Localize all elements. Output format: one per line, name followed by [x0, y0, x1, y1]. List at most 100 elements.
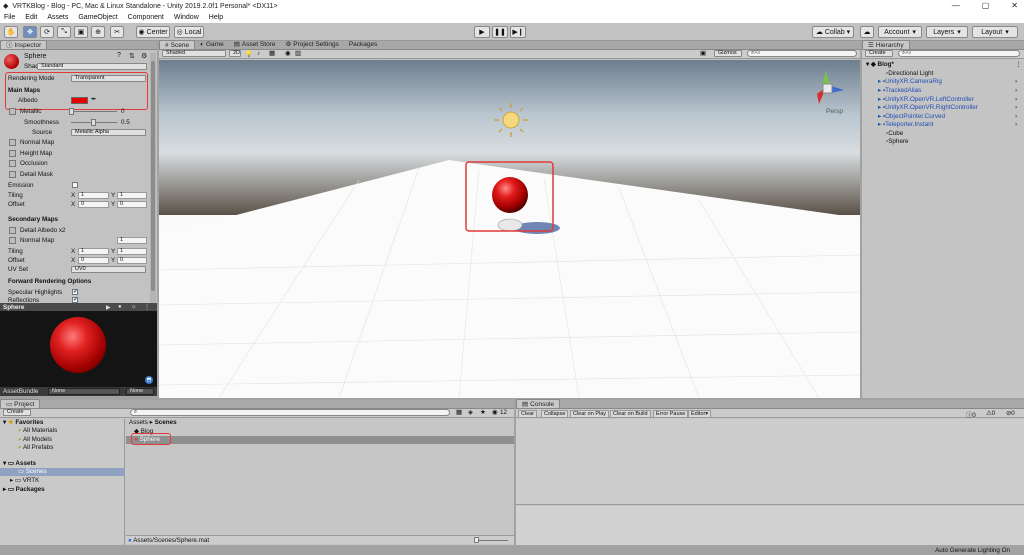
metallic-slider-track[interactable]	[71, 111, 117, 112]
hierarchy-create-dropdown[interactable]: Create	[865, 50, 893, 57]
offset2-x-field[interactable]: 0	[78, 257, 109, 264]
tiling2-y-field[interactable]: 1	[117, 248, 147, 255]
toggle-2d-button[interactable]: 2D	[229, 50, 241, 57]
assetbundle-variant-dropdown[interactable]: None	[126, 388, 154, 395]
vrtk-folder[interactable]: ▸ ▭ VRTK	[10, 477, 39, 484]
visibility-icon[interactable]: ◉	[492, 409, 498, 416]
tab-inspector[interactable]: ⓘ Inspector	[0, 40, 48, 49]
tab-console[interactable]: ▤ Console	[516, 399, 561, 408]
play-preview-icon[interactable]: ▶	[106, 304, 111, 311]
shader-dropdown[interactable]: Standard	[37, 63, 147, 70]
hand-tool-icon[interactable]: ✋	[4, 26, 18, 38]
detail-albedo-slot[interactable]	[9, 227, 16, 234]
specular-highlights-checkbox[interactable]: ✔	[72, 289, 78, 295]
hierarchy-item-sphere[interactable]: ▫Sphere	[886, 138, 909, 145]
account-button[interactable]: Account ▾	[878, 26, 922, 38]
more-icon[interactable]: ⋮	[144, 304, 150, 311]
console-log-area[interactable]	[516, 419, 1024, 505]
error-count[interactable]: ⊘0	[1006, 410, 1015, 417]
hierarchy-item-object-pointer[interactable]: ▸ ▪ObjectPointer.Curved	[878, 113, 945, 120]
height-map-slot[interactable]	[9, 150, 16, 157]
tiling-x-field[interactable]: 1	[78, 192, 109, 199]
prefab-arrow-icon[interactable]: ›	[1015, 87, 1017, 94]
prefab-arrow-icon[interactable]: ›	[1015, 113, 1017, 120]
menu-assets[interactable]: Assets	[47, 14, 68, 21]
help-icon[interactable]: ?	[117, 52, 121, 59]
layout-dropdown[interactable]: Layout ▾	[972, 26, 1018, 38]
tab-asset-store[interactable]: ▤ Asset Store	[229, 40, 281, 49]
rotate-tool-icon[interactable]: ⟳	[40, 26, 54, 38]
normal-map2-field[interactable]: 1	[117, 237, 147, 244]
breadcrumb-assets[interactable]: Assets	[129, 419, 148, 426]
tab-game[interactable]: ◐ Game	[195, 40, 229, 49]
hierarchy-item-directional-light[interactable]: ▫Directional Light	[886, 70, 933, 77]
project-create-dropdown[interactable]: Create	[3, 409, 31, 416]
menu-gameobject[interactable]: GameObject	[78, 14, 117, 21]
filter-type-icon[interactable]: ▦	[456, 409, 462, 416]
hierarchy-item-cube[interactable]: ▫Cube	[886, 130, 903, 137]
favorite-all-materials[interactable]: ⌕ All Materials	[18, 427, 57, 435]
hierarchy-item-tracked-alias[interactable]: ▸ ▪TrackedAlias	[878, 87, 921, 94]
inspector-scrollbar-thumb[interactable]	[151, 61, 155, 291]
menu-window[interactable]: Window	[174, 14, 199, 21]
smoothness-slider-handle[interactable]	[91, 119, 96, 126]
hidden-objects-icon[interactable]: ◉	[285, 50, 291, 57]
metallic-texture-slot[interactable]	[9, 108, 16, 115]
normal-map2-slot[interactable]	[9, 237, 16, 244]
prefab-arrow-icon[interactable]: ›	[1015, 78, 1017, 85]
scene-viewport[interactable]: Persp	[159, 60, 860, 398]
file-sphere-row[interactable]: ● Sphere	[126, 436, 514, 444]
audio-toggle-icon[interactable]: ♪	[257, 50, 260, 57]
sphere-preview-icon[interactable]: ●	[118, 304, 122, 310]
console-collapse-button[interactable]: Collapse	[541, 410, 569, 418]
favorite-all-models[interactable]: ⌕ All Models	[18, 436, 52, 444]
packages-node[interactable]: ▸ ▭ Packages	[3, 486, 45, 493]
preset-icon[interactable]: ⇅	[129, 52, 135, 60]
favorite-all-prefabs[interactable]: ⌕ All Prefabs	[18, 444, 53, 452]
assets-node[interactable]: ▾ ▭ Assets	[3, 460, 36, 467]
transform-tool-icon[interactable]: ⊕	[91, 26, 105, 38]
warning-count[interactable]: ⚠0	[986, 410, 995, 417]
hierarchy-item-right-controller[interactable]: ▸ ▪UnityXR.OpenVR.RightController	[878, 104, 978, 111]
grid-toggle-icon[interactable]: ▥	[295, 50, 301, 57]
tiling2-x-field[interactable]: 1	[78, 248, 109, 255]
gizmos-dropdown[interactable]: Gizmos	[714, 50, 742, 57]
console-clear-on-play-button[interactable]: Clear on Play	[570, 410, 610, 418]
maximize-icon[interactable]: ▢	[982, 0, 990, 12]
favorites-node[interactable]: ▾ ★ Favorites	[3, 419, 43, 426]
console-clear-on-build-button[interactable]: Clear on Build	[610, 410, 651, 418]
console-detail-area[interactable]	[516, 506, 1024, 545]
prefab-arrow-icon[interactable]: ›	[1015, 121, 1017, 128]
hierarchy-item-left-controller[interactable]: ▸ ▪UnityXR.OpenVR.LeftController	[878, 96, 974, 103]
cloud-services-button[interactable]: ☁	[860, 26, 874, 38]
scale-tool-icon[interactable]: ⤡	[57, 26, 71, 38]
prefab-arrow-icon[interactable]: ›	[1015, 104, 1017, 111]
camera-settings-icon[interactable]: ▣	[700, 50, 706, 57]
offset-x-field[interactable]: 0	[78, 201, 109, 208]
scene-search-input[interactable]: ⌕All	[747, 50, 857, 57]
hierarchy-item-camera-rig[interactable]: ▸ ▪UnityXR.CameraRig	[878, 78, 942, 85]
offset-y-field[interactable]: 0	[117, 201, 147, 208]
console-error-pause-button[interactable]: Error Pause	[653, 410, 689, 418]
prefab-arrow-icon[interactable]: ›	[1015, 96, 1017, 103]
lighting-toggle-icon[interactable]: 💡	[245, 50, 253, 58]
hierarchy-item-teleporter[interactable]: ▸ ▪Teleporter.Instant	[878, 121, 933, 128]
favorite-star-icon[interactable]: ★	[480, 409, 486, 416]
tab-hierarchy[interactable]: ☰ Hierarchy	[862, 40, 910, 49]
menu-file[interactable]: File	[4, 14, 15, 21]
pause-button[interactable]: ❚❚	[492, 26, 508, 38]
step-button[interactable]: ▶❙	[510, 26, 526, 38]
occlusion-slot[interactable]	[9, 160, 16, 167]
metallic-slider-handle[interactable]	[69, 108, 74, 115]
move-tool-icon[interactable]: ✥	[23, 26, 37, 38]
tiling-y-field[interactable]: 1	[117, 192, 147, 199]
tab-scene[interactable]: # Scene	[159, 40, 196, 49]
normal-map-slot[interactable]	[9, 139, 16, 146]
uv-set-dropdown[interactable]: UV0	[71, 266, 146, 273]
console-editor-dropdown[interactable]: Editor▾	[688, 410, 712, 418]
scene-menu-icon[interactable]: ⋮	[1015, 61, 1021, 68]
scenes-folder-selected[interactable]: ▭ Scenes	[0, 468, 125, 476]
menu-edit[interactable]: Edit	[25, 14, 37, 21]
close-icon[interactable]: ✕	[1011, 0, 1018, 12]
source-dropdown[interactable]: Metallic Alpha	[71, 129, 146, 136]
